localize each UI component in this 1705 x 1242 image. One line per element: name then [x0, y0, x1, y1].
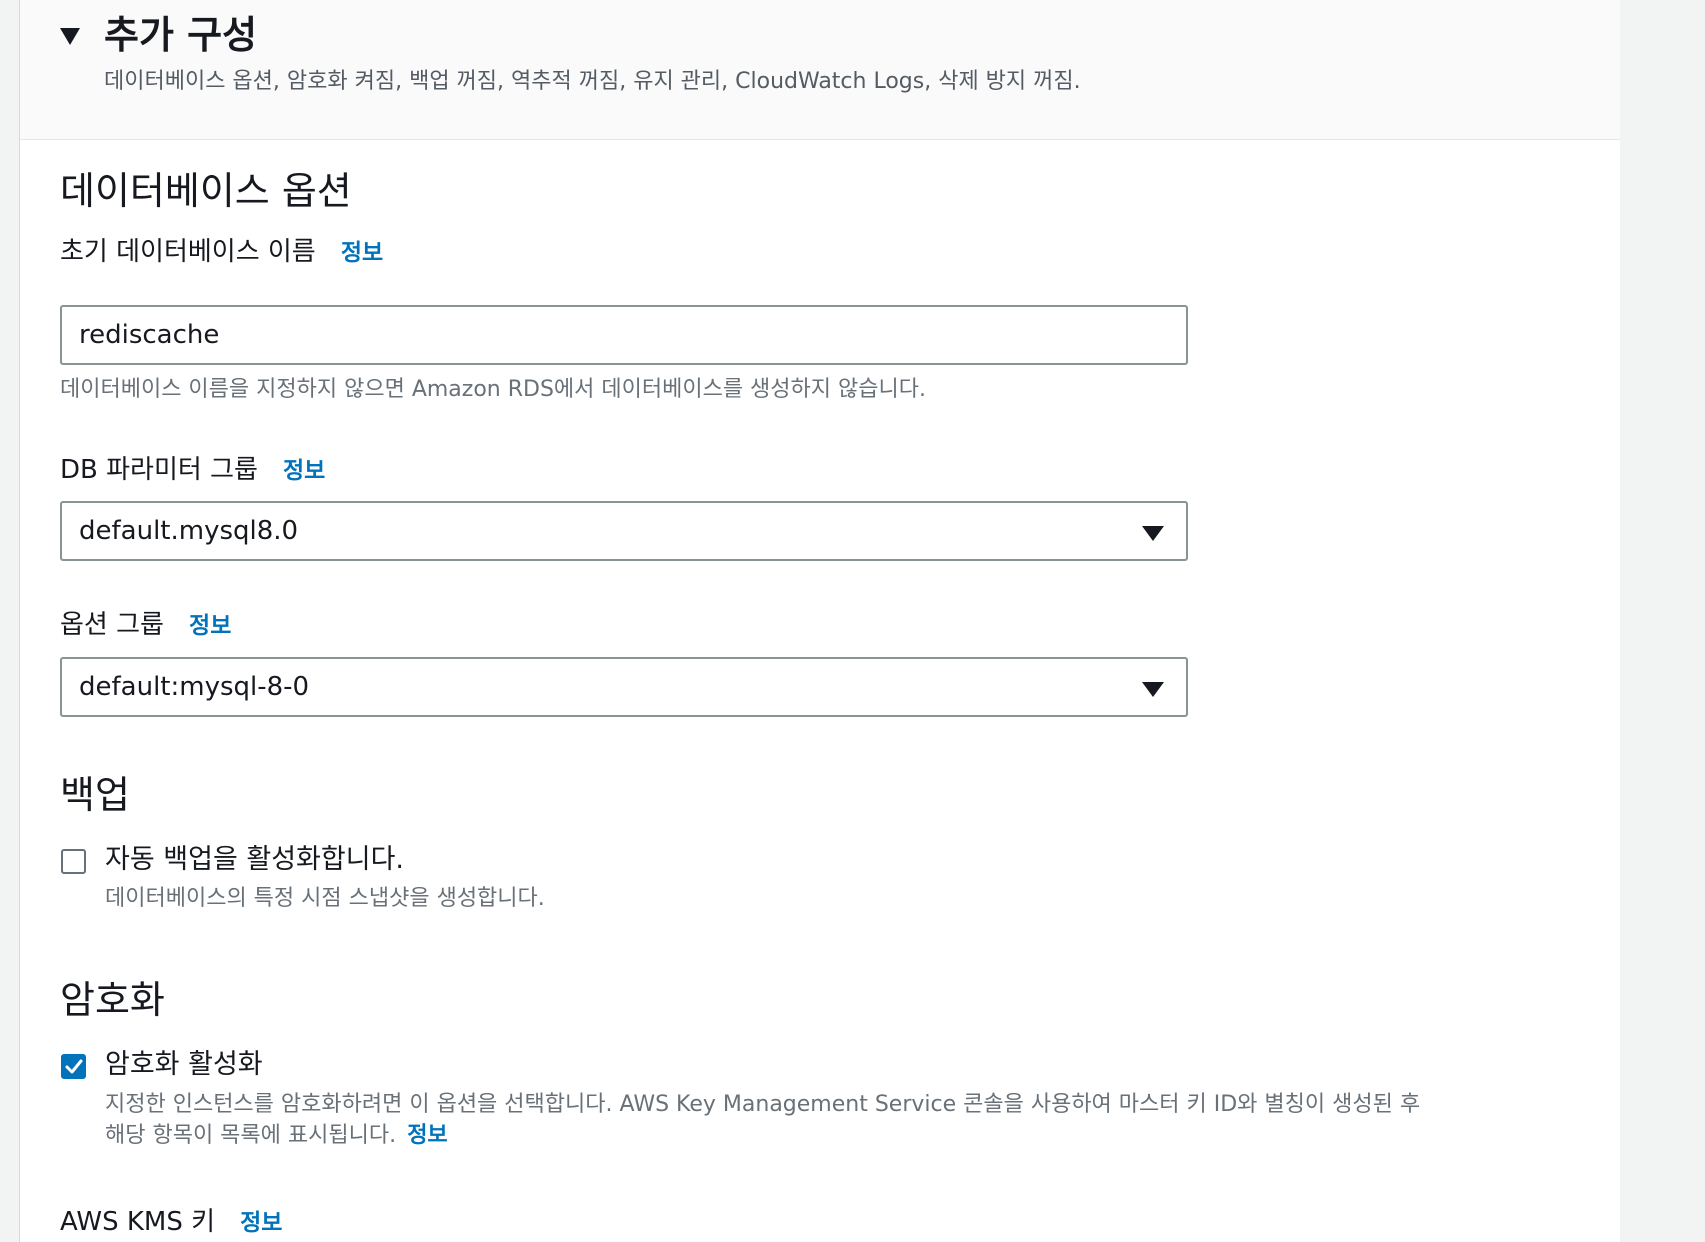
encryption-checkbox-label[interactable]: 암호화 활성화 — [105, 1047, 263, 1083]
backup-hint: 데이터베이스의 특정 시점 스냅샷을 생성합니다. — [105, 886, 545, 911]
initial-db-name-info-link[interactable]: 정보 — [341, 240, 383, 266]
option-group-selected-value: default:mysql-8-0 — [79, 672, 310, 702]
option-group-select[interactable]: default:mysql-8-0 — [60, 657, 1188, 717]
parameter-group-selected-value: default.mysql8.0 — [79, 516, 299, 546]
additional-config-panel: 추가 구성 데이터베이스 옵션, 암호화 켜짐, 백업 꺼짐, 역추적 꺼짐, … — [19, 0, 1621, 1242]
option-group-label: 옵션 그룹 — [60, 610, 164, 640]
parameter-group-select[interactable]: default.mysql8.0 — [60, 501, 1188, 561]
encryption-hint-line2: 해당 항목이 목록에 표시됩니다. — [105, 1123, 397, 1148]
encryption-hint-line2-row: 해당 항목이 목록에 표시됩니다. 정보 — [105, 1121, 448, 1151]
initial-db-name-value: rediscache — [79, 320, 220, 350]
encryption-info-link[interactable]: 정보 — [407, 1123, 447, 1148]
initial-db-name-input[interactable]: rediscache — [60, 305, 1188, 365]
option-group-label-row: 옵션 그룹 정보 — [60, 608, 231, 643]
parameter-group-label-row: DB 파라미터 그룹 정보 — [60, 453, 325, 488]
encryption-checkbox[interactable] — [61, 1054, 86, 1079]
option-group-info-link[interactable]: 정보 — [189, 613, 231, 639]
kms-key-label: AWS KMS 키 — [60, 1207, 216, 1237]
database-options-heading: 데이터베이스 옵션 — [60, 169, 352, 213]
kms-key-label-row: AWS KMS 키 정보 — [60, 1205, 282, 1240]
backup-checkbox[interactable] — [61, 849, 86, 874]
parameter-group-label: DB 파라미터 그룹 — [60, 455, 258, 485]
initial-db-name-label: 초기 데이터베이스 이름 — [60, 237, 316, 267]
dropdown-arrow-icon — [1142, 526, 1164, 541]
section-title[interactable]: 추가 구성 — [104, 10, 257, 60]
caret-down-icon[interactable] — [60, 28, 80, 45]
parameter-group-info-link[interactable]: 정보 — [283, 458, 325, 484]
initial-db-name-label-row: 초기 데이터베이스 이름 정보 — [60, 235, 383, 270]
encryption-hint-line1: 지정한 인스턴스를 암호화하려면 이 옵션을 선택합니다. AWS Key Ma… — [105, 1092, 1421, 1117]
kms-key-info-link[interactable]: 정보 — [240, 1210, 282, 1236]
page-background-strip — [1620, 0, 1705, 1242]
section-description: 데이터베이스 옵션, 암호화 켜짐, 백업 꺼짐, 역추적 꺼짐, 유지 관리,… — [104, 69, 1081, 94]
encryption-heading: 암호화 — [60, 978, 165, 1022]
initial-db-name-hint: 데이터베이스 이름을 지정하지 않으면 Amazon RDS에서 데이터베이스를… — [60, 377, 926, 402]
dropdown-arrow-icon — [1142, 682, 1164, 697]
backup-checkbox-label[interactable]: 자동 백업을 활성화합니다. — [105, 842, 404, 878]
section-header[interactable]: 추가 구성 데이터베이스 옵션, 암호화 켜짐, 백업 꺼짐, 역추적 꺼짐, … — [20, 0, 1620, 140]
checkmark-icon — [65, 1059, 83, 1074]
backup-heading: 백업 — [60, 773, 130, 817]
